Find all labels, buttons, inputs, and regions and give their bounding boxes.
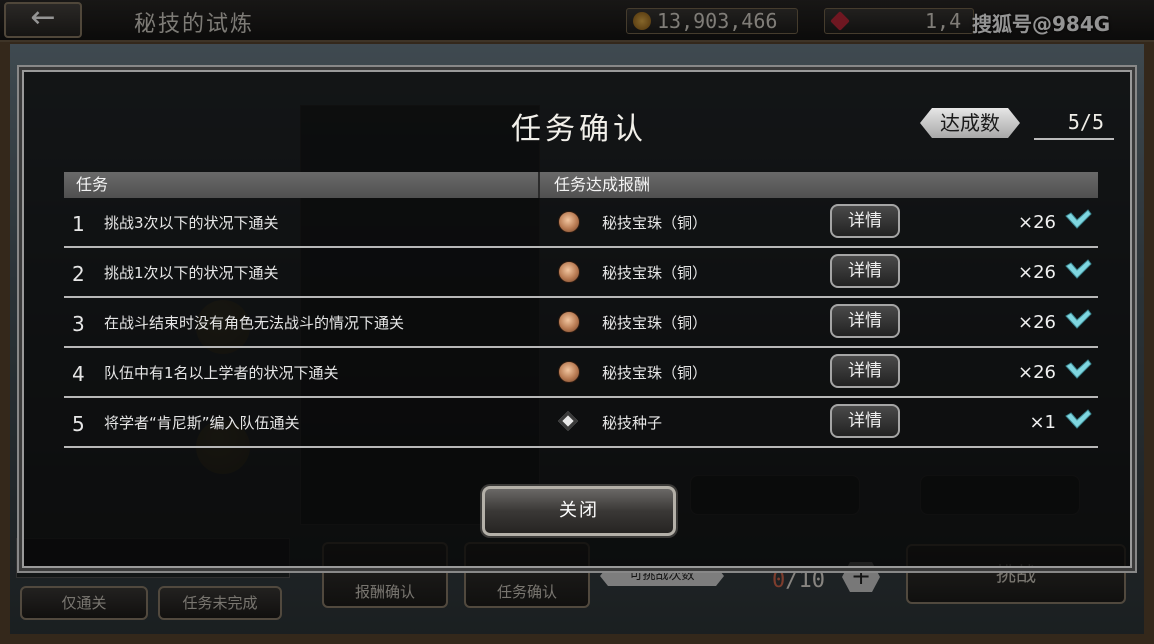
table-row: 3 在战斗结束时没有角色无法战斗的情况下通关 秘技宝珠（铜） 详情 ×26 [64,298,1098,348]
reward-quantity: ×26 [1018,212,1056,233]
detail-button[interactable]: 详情 [830,304,900,338]
bronze-orb-icon [558,311,580,333]
check-icon [1065,259,1092,279]
close-button[interactable]: 关闭 [482,486,676,536]
detail-button[interactable]: 详情 [830,204,900,238]
achieved-count-value: 5/5 [1067,110,1104,134]
check-icon [1065,359,1092,379]
task-number: 2 [72,262,85,286]
column-header-task: 任务 [76,175,109,194]
task-number: 4 [72,362,85,386]
achieved-count-label: 达成数 [920,108,1020,138]
task-description: 挑战3次以下的状况下通关 [104,214,279,232]
bronze-orb-icon [558,261,580,283]
reward-name: 秘技宝珠（铜） [602,364,708,382]
table-row: 4 队伍中有1名以上学者的状况下通关 秘技宝珠（铜） 详情 ×26 [64,348,1098,398]
task-number: 3 [72,312,85,336]
detail-button[interactable]: 详情 [830,354,900,388]
table-row: 1 挑战3次以下的状况下通关 秘技宝珠（铜） 详情 ×26 [64,198,1098,248]
table-row: 5 将学者“肯尼斯”编入队伍通关 秘技种子 详情 ×1 [64,398,1098,448]
reward-name: 秘技种子 [602,414,663,432]
reward-name: 秘技宝珠（铜） [602,214,708,232]
check-icon [1065,309,1092,329]
divider [538,172,540,198]
task-number: 5 [72,412,85,436]
task-description: 将学者“肯尼斯”编入队伍通关 [104,414,300,432]
seed-icon [558,411,580,433]
check-icon [1065,209,1092,229]
reward-quantity: ×26 [1018,362,1056,383]
task-number: 1 [72,212,85,236]
bronze-orb-icon [558,211,580,233]
task-description: 在战斗结束时没有角色无法战斗的情况下通关 [104,314,405,332]
reward-quantity: ×1 [1029,412,1056,433]
task-description: 队伍中有1名以上学者的状况下通关 [104,364,339,382]
check-icon [1065,409,1092,429]
table-row: 2 挑战1次以下的状况下通关 秘技宝珠（铜） 详情 ×26 [64,248,1098,298]
reward-name: 秘技宝珠（铜） [602,264,708,282]
task-confirm-dialog: 任务确认 达成数 5/5 任务 任务达成报酬 1 挑战3次以下的状况下通关 秘技… [22,70,1132,568]
bronze-orb-icon [558,361,580,383]
detail-button[interactable]: 详情 [830,254,900,288]
table-header: 任务 任务达成报酬 [64,172,1098,198]
divider [1034,138,1114,140]
column-header-reward: 任务达成报酬 [554,175,651,194]
reward-name: 秘技宝珠（铜） [602,314,708,332]
task-description: 挑战1次以下的状况下通关 [104,264,279,282]
reward-quantity: ×26 [1018,262,1056,283]
reward-quantity: ×26 [1018,312,1056,333]
detail-button[interactable]: 详情 [830,404,900,438]
